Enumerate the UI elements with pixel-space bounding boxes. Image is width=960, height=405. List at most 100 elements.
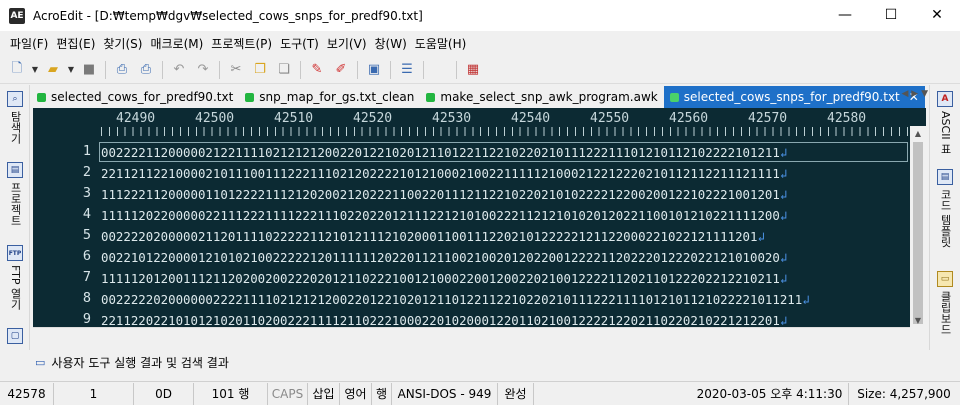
- toolbar-separator: [423, 60, 424, 79]
- window-controls: — ☐ ✕: [822, 0, 960, 30]
- project-panel-icon: ▤: [7, 162, 23, 178]
- line-number: 5: [82, 227, 91, 243]
- title-bar: AE AcroEdit - [D:₩temp₩dgv₩selected_cows…: [0, 0, 960, 31]
- tab-snp-map[interactable]: snp_map_for_gs.txt_clean: [239, 86, 420, 108]
- status-insert: 삽입: [308, 382, 340, 405]
- new-file-icon[interactable]: 🗋: [6, 59, 28, 81]
- line-number-gutter: 1 2 3 4 5 6 7 8 9: [33, 138, 97, 327]
- text-editor[interactable]: 42490 42500 42510 42520 42530 42540 4255…: [33, 108, 926, 327]
- tab-nav-arrows[interactable]: ◀ ▶ ▼: [902, 89, 929, 99]
- ruler-label: 42540: [511, 111, 551, 126]
- vertical-scrollbar[interactable]: ▲ ▼: [910, 126, 926, 327]
- ruler-label: 42500: [195, 111, 235, 126]
- status-mode: 행: [372, 382, 392, 405]
- menu-project[interactable]: 프로젝트(P): [207, 35, 276, 52]
- dropdown-icon[interactable]: ▼: [30, 59, 40, 81]
- menu-find[interactable]: 찾기(S): [99, 35, 146, 52]
- tab-label: make_select_snp_awk_program.awk: [440, 90, 658, 104]
- side-tab-explorer[interactable]: ⌕ 탐색기: [6, 91, 24, 144]
- dropdown-icon[interactable]: ▼: [66, 59, 76, 81]
- cut-icon[interactable]: ✂: [225, 59, 247, 81]
- status-size: Size: 4,257,900: [857, 386, 951, 401]
- code-line: 1111120220000022111222111122211102202201…: [101, 208, 787, 223]
- clipboard-icon: ▭: [937, 271, 953, 287]
- page-icon[interactable]: ▣: [363, 59, 385, 81]
- line-number: 8: [82, 290, 91, 306]
- status-bar: 42578 1 0D 101 행 CAPS 삽입 영어 행 ANSI-DOS -…: [0, 381, 960, 405]
- ascii-table-icon: A: [937, 91, 953, 107]
- line-end-icon: ↲: [779, 250, 788, 265]
- tab-label: selected_cows_snps_for_predf90.txt: [683, 90, 900, 104]
- close-button[interactable]: ✕: [914, 0, 960, 30]
- ruler-label: 42570: [748, 111, 788, 126]
- ruler-label: 42580: [827, 111, 867, 126]
- print-preview-icon[interactable]: ⎙: [111, 59, 133, 81]
- code-line: 0022220200000211201111022222112101211121…: [101, 229, 765, 244]
- side-tab-label: 코드 템플릿: [939, 189, 952, 248]
- open-folder-icon[interactable]: ▰: [42, 59, 64, 81]
- highlight-icon[interactable]: ✎: [306, 59, 328, 81]
- side-tab-code-template[interactable]: ▤ 코드 템플릿: [936, 169, 954, 248]
- scrollbar-thumb[interactable]: [913, 142, 923, 324]
- status-column: 42578: [0, 382, 54, 405]
- status-spacer: [534, 383, 691, 405]
- status-state: 완성: [498, 382, 534, 405]
- tab-selected-cows-snps[interactable]: selected_cows_snps_for_predf90.txt ✕: [663, 86, 925, 108]
- ftp-panel-icon: FTP: [7, 245, 23, 261]
- code-area[interactable]: 0022221120000021221111021212120022012210…: [101, 138, 910, 327]
- side-tab-extra[interactable]: ▢: [6, 328, 24, 344]
- menu-edit[interactable]: 편집(E): [52, 35, 99, 52]
- status-line: 1: [54, 382, 134, 405]
- side-tab-ascii[interactable]: A ASCII 표: [936, 91, 954, 154]
- menu-help[interactable]: 도움말(H): [411, 35, 471, 52]
- horizontal-scrollbar[interactable]: [33, 327, 910, 345]
- side-tab-label: 클립보드: [939, 291, 952, 335]
- line-number: 3: [82, 185, 91, 201]
- menu-macro[interactable]: 매크로(M): [146, 35, 207, 52]
- side-tab-clipboard[interactable]: ▭ 클립보드: [936, 271, 954, 335]
- menu-view[interactable]: 보기(V): [323, 35, 371, 52]
- code-text: 0022101220000121010210022222120111111202…: [101, 250, 780, 265]
- side-tab-project[interactable]: ▤ 프로젝트: [6, 162, 24, 226]
- code-text: 0022221120000021221111021212120022012210…: [101, 145, 780, 160]
- menu-tools[interactable]: 도구(T): [276, 35, 323, 52]
- file-status-icon: [37, 92, 46, 102]
- list-icon[interactable]: ☰: [396, 59, 418, 81]
- window-title: AcroEdit - [D:₩temp₩dgv₩selected_cows_sn…: [33, 8, 423, 23]
- search-panel-icon: ⌕: [7, 91, 23, 107]
- ruler-ticks: [101, 127, 910, 136]
- toolbar-separator: [357, 60, 358, 79]
- ruler-label: 42490: [116, 111, 156, 126]
- menu-window[interactable]: 창(W): [371, 35, 411, 52]
- toolbar-separator: [219, 60, 220, 79]
- minimize-button[interactable]: —: [822, 0, 868, 30]
- toolbar: 🗋 ▼ ▰ ▼ ■ ⎙ ⎙ ↶ ↷ ✂ ❐ ❏ ✎ ✐ ▣ ☰ ▦: [0, 56, 960, 84]
- status-datetime: 2020-03-05 오후 4:11:30: [691, 382, 849, 405]
- line-number: 9: [82, 311, 91, 327]
- status-caps: CAPS: [268, 382, 308, 405]
- document-tab-bar: selected_cows_for_predf90.txt snp_map_fo…: [31, 86, 928, 108]
- line-end-icon: ↲: [757, 229, 765, 244]
- grid-icon[interactable]: ▦: [462, 59, 484, 81]
- scroll-down-icon[interactable]: ▼: [910, 313, 926, 327]
- code-template-icon: ▤: [937, 169, 953, 185]
- tab-selected-cows[interactable]: selected_cows_for_predf90.txt: [31, 86, 239, 108]
- toolbar-separator: [300, 60, 301, 79]
- side-tab-ftp[interactable]: FTP FTP 열기: [6, 245, 24, 310]
- scroll-up-icon[interactable]: ▲: [910, 126, 926, 140]
- side-tab-label: 프로젝트: [9, 182, 22, 226]
- menu-file[interactable]: 파일(F): [6, 35, 52, 52]
- redo-icon[interactable]: ↷: [192, 59, 214, 81]
- maximize-button[interactable]: ☐: [868, 0, 914, 30]
- print-icon[interactable]: ⎙: [135, 59, 157, 81]
- paste-icon[interactable]: ❏: [273, 59, 295, 81]
- copy-icon[interactable]: ❐: [249, 59, 271, 81]
- tab-awk-program[interactable]: make_select_snp_awk_program.awk: [420, 86, 663, 108]
- code-line: 2211211221000021011100111222111021202222…: [101, 166, 787, 181]
- blank-button[interactable]: [429, 59, 451, 81]
- output-panel-tab[interactable]: ▭ 사용자 도구 실행 결과 및 검색 결과: [31, 350, 929, 374]
- undo-icon[interactable]: ↶: [168, 59, 190, 81]
- side-tab-label: 탐색기: [9, 111, 22, 144]
- clear-icon[interactable]: ✐: [330, 59, 352, 81]
- save-icon[interactable]: ■: [78, 59, 100, 81]
